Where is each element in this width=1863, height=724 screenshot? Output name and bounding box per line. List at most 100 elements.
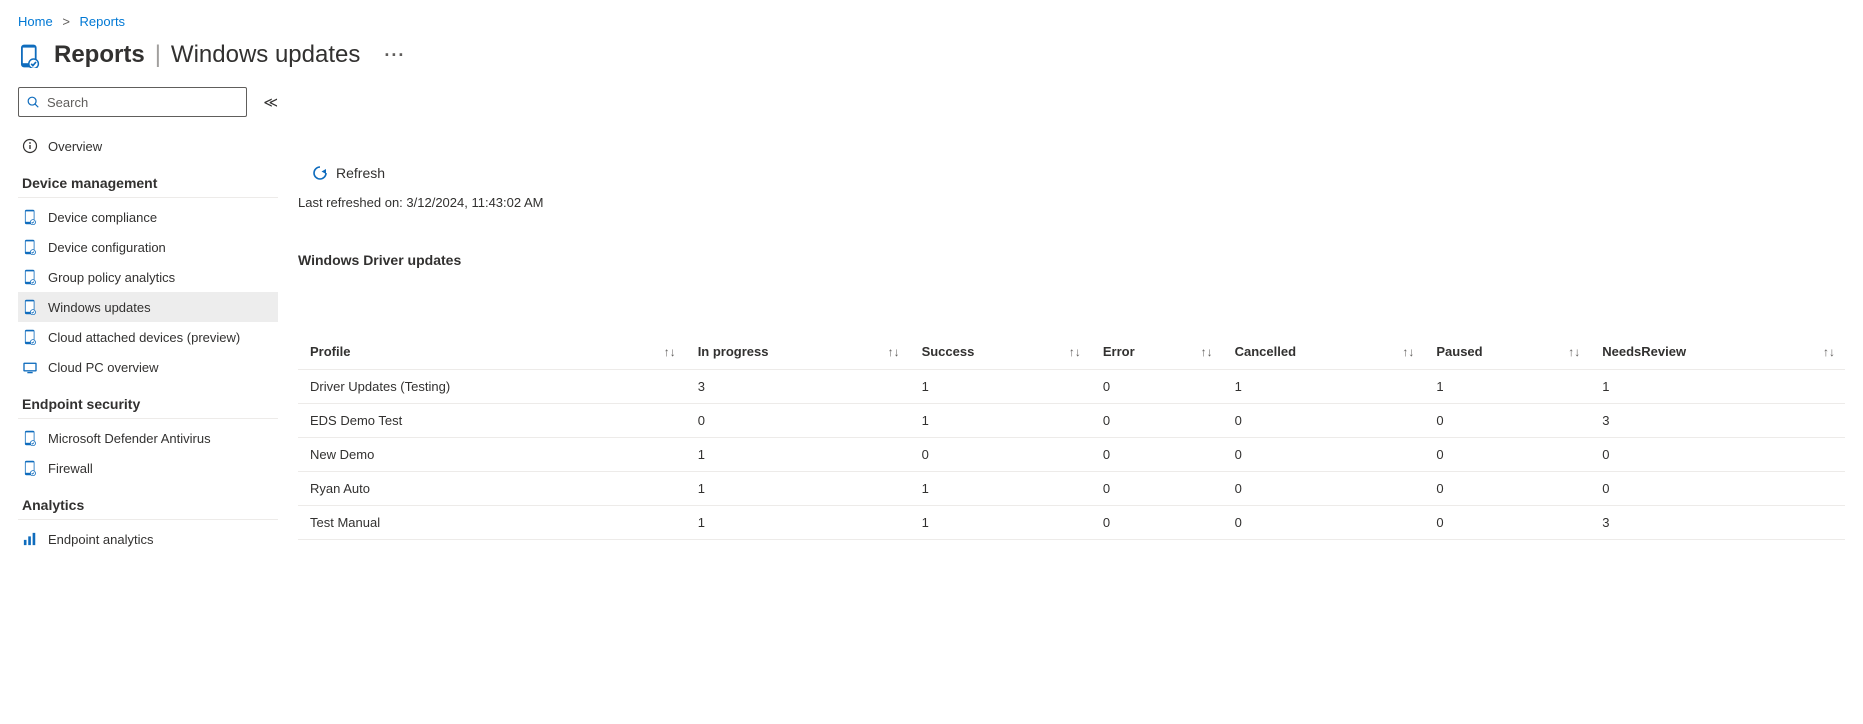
sort-icon: ↑↓ — [1823, 345, 1835, 359]
cell-paused: 0 — [1424, 472, 1590, 506]
chevron-right-icon: > — [62, 14, 70, 29]
table-row[interactable]: Ryan Auto110000 — [298, 472, 1845, 506]
cell-needs_review: 3 — [1590, 506, 1845, 540]
last-refreshed: Last refreshed on: 3/12/2024, 11:43:02 A… — [298, 195, 1845, 210]
table-row[interactable]: Test Manual110003 — [298, 506, 1845, 540]
cell-cancelled: 1 — [1223, 370, 1425, 404]
cell-cancelled: 0 — [1223, 438, 1425, 472]
cell-profile: Driver Updates (Testing) — [298, 370, 686, 404]
table-row[interactable]: New Demo100000 — [298, 438, 1845, 472]
device-icon — [24, 269, 37, 285]
col-paused[interactable]: Paused↑↓ — [1424, 334, 1590, 370]
cell-in_progress: 1 — [686, 472, 910, 506]
sidebar-item-label: Windows updates — [48, 300, 151, 315]
sidebar-item-windows-updates[interactable]: Windows updates — [18, 292, 278, 322]
page-title-strong: Reports — [54, 41, 145, 68]
sidebar-item-endpoint-analytics[interactable]: Endpoint analytics — [18, 524, 278, 554]
col-success[interactable]: Success↑↓ — [910, 334, 1091, 370]
cell-profile: Ryan Auto — [298, 472, 686, 506]
cell-profile: New Demo — [298, 438, 686, 472]
breadcrumb-home[interactable]: Home — [18, 14, 53, 29]
cell-in_progress: 1 — [686, 506, 910, 540]
bar-chart-icon — [23, 532, 37, 546]
cell-success: 1 — [910, 506, 1091, 540]
sidebar-item-label: Firewall — [48, 461, 93, 476]
cell-error: 0 — [1091, 506, 1223, 540]
info-icon — [22, 138, 38, 154]
col-needs-review[interactable]: NeedsReview↑↓ — [1590, 334, 1845, 370]
cell-cancelled: 0 — [1223, 472, 1425, 506]
cell-needs_review: 3 — [1590, 404, 1845, 438]
cell-needs_review: 1 — [1590, 370, 1845, 404]
page-title-light: Windows updates — [171, 41, 360, 68]
cell-success: 1 — [910, 404, 1091, 438]
cell-profile: Test Manual — [298, 506, 686, 540]
sidebar: ≪ Overview Device management Device comp… — [18, 87, 278, 554]
sidebar-item-defender-antivirus[interactable]: Microsoft Defender Antivirus — [18, 423, 278, 453]
refresh-button[interactable]: Refresh — [306, 161, 391, 185]
device-icon — [24, 430, 37, 446]
sidebar-item-label: Cloud attached devices (preview) — [48, 330, 240, 345]
sidebar-item-firewall[interactable]: Firewall — [18, 453, 278, 483]
sidebar-item-overview[interactable]: Overview — [18, 131, 278, 161]
search-box — [18, 87, 247, 117]
refresh-icon — [312, 165, 328, 181]
breadcrumb-reports[interactable]: Reports — [80, 14, 126, 29]
cell-success: 1 — [910, 472, 1091, 506]
col-profile[interactable]: Profile↑↓ — [298, 334, 686, 370]
cell-needs_review: 0 — [1590, 472, 1845, 506]
cell-success: 0 — [910, 438, 1091, 472]
sidebar-item-label: Device compliance — [48, 210, 157, 225]
cell-error: 0 — [1091, 438, 1223, 472]
section-analytics: Analytics — [18, 483, 278, 520]
col-in-progress[interactable]: In progress↑↓ — [686, 334, 910, 370]
sidebar-item-label: Cloud PC overview — [48, 360, 159, 375]
sort-icon: ↑↓ — [1402, 345, 1414, 359]
cell-in_progress: 1 — [686, 438, 910, 472]
sidebar-item-group-policy-analytics[interactable]: Group policy analytics — [18, 262, 278, 292]
cell-paused: 1 — [1424, 370, 1590, 404]
search-input[interactable] — [18, 87, 247, 117]
search-icon — [26, 95, 40, 109]
cell-cancelled: 0 — [1223, 404, 1425, 438]
page-header: Reports|Windows updates ··· — [18, 41, 1845, 69]
driver-updates-table: Profile↑↓ In progress↑↓ Success↑↓ Error↑… — [298, 334, 1845, 540]
sidebar-item-device-compliance[interactable]: Device compliance — [18, 202, 278, 232]
sort-icon: ↑↓ — [1201, 345, 1213, 359]
col-cancelled[interactable]: Cancelled↑↓ — [1223, 334, 1425, 370]
sidebar-item-device-configuration[interactable]: Device configuration — [18, 232, 278, 262]
sidebar-item-label: Overview — [48, 139, 102, 154]
sidebar-item-label: Endpoint analytics — [48, 532, 154, 547]
device-icon — [24, 209, 37, 225]
cell-error: 0 — [1091, 404, 1223, 438]
cell-needs_review: 0 — [1590, 438, 1845, 472]
table-row[interactable]: Driver Updates (Testing)310111 — [298, 370, 1845, 404]
sort-icon: ↑↓ — [1069, 345, 1081, 359]
cell-paused: 0 — [1424, 438, 1590, 472]
device-icon — [24, 299, 37, 315]
sort-icon: ↑↓ — [888, 345, 900, 359]
table-row[interactable]: EDS Demo Test010003 — [298, 404, 1845, 438]
cell-success: 1 — [910, 370, 1091, 404]
cell-in_progress: 0 — [686, 404, 910, 438]
sidebar-item-cloud-pc-overview[interactable]: Cloud PC overview — [18, 352, 278, 382]
monitor-icon — [22, 361, 38, 374]
sort-icon: ↑↓ — [1568, 345, 1580, 359]
refresh-label: Refresh — [336, 165, 385, 181]
page-title: Reports|Windows updates ··· — [54, 41, 405, 69]
cell-paused: 0 — [1424, 404, 1590, 438]
sort-icon: ↑↓ — [664, 345, 676, 359]
device-icon — [24, 329, 37, 345]
device-icon — [24, 239, 37, 255]
col-error[interactable]: Error↑↓ — [1091, 334, 1223, 370]
section-title: Windows Driver updates — [298, 252, 1845, 268]
sidebar-item-label: Microsoft Defender Antivirus — [48, 431, 211, 446]
content-region: Refresh Last refreshed on: 3/12/2024, 11… — [298, 87, 1845, 554]
more-actions-button[interactable]: ··· — [384, 45, 405, 66]
device-icon — [18, 44, 42, 68]
cell-cancelled: 0 — [1223, 506, 1425, 540]
sidebar-item-cloud-attached-devices[interactable]: Cloud attached devices (preview) — [18, 322, 278, 352]
sidebar-item-label: Group policy analytics — [48, 270, 175, 285]
cell-error: 0 — [1091, 370, 1223, 404]
collapse-sidebar-button[interactable]: ≪ — [263, 94, 278, 111]
